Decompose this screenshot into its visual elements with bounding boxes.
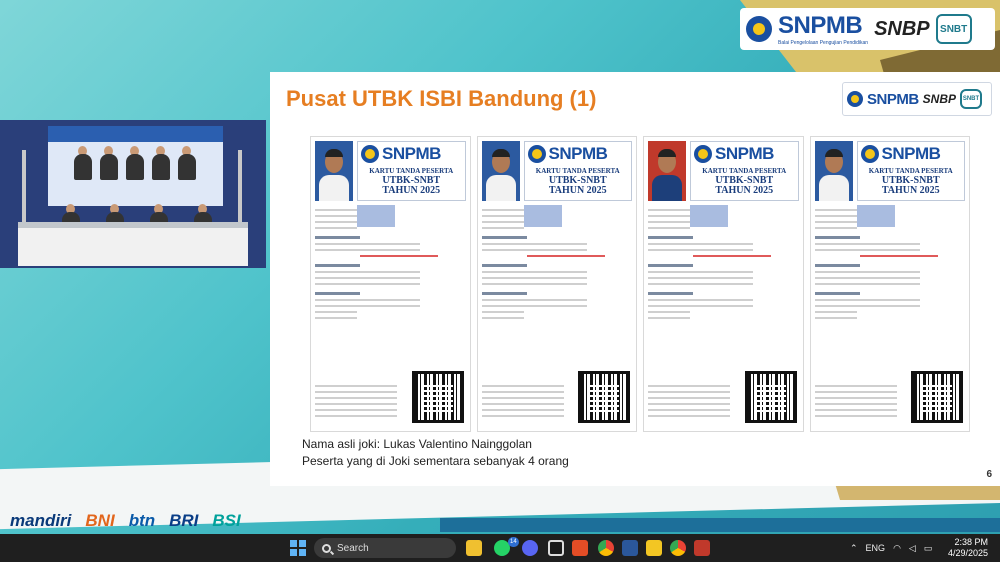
participant-cards-row: SNPMB KARTU TANDA PESERTA UTBK-SNBT TAHUN … [310, 136, 970, 432]
participant-card: SNPMB KARTU TANDA PESERTA UTBK-SNBT TAHUN … [809, 136, 970, 432]
clock-date: 4/29/2025 [947, 548, 988, 558]
card-header: SNPMB KARTU TANDA PESERTA UTBK-SNBT TAHUN … [357, 141, 466, 201]
card-header: SNPMB KARTU TANDA PESERTA UTBK-SNBT TAHUN … [523, 141, 632, 201]
language-indicator[interactable]: ENG [866, 543, 886, 553]
system-tray: ⌃ ENG ◠ ◁ ▭ [850, 534, 932, 562]
card-brand: SNPMB [881, 144, 941, 163]
kemendikbud-logo-icon [860, 145, 879, 163]
participant-card: SNPMB KARTU TANDA PESERTA UTBK-SNBT TAHUN … [643, 136, 804, 432]
sponsor-mandiri: mandiri [10, 511, 72, 530]
taskbar-search[interactable]: Search [314, 538, 456, 558]
windows-taskbar: Search 14 ⌃ ENG ◠ ◁ ▭ 2:38 PM 4/29/2025 [0, 534, 1000, 562]
card-header: SNPMB KARTU TANDA PESERTA UTBK-SNBT TAHUN … [690, 141, 799, 201]
start-button[interactable] [290, 540, 306, 556]
snpmb-logo-text: SNPMB [778, 12, 863, 39]
card-details [315, 205, 466, 323]
caption-line-1: Nama asli joki: Lukas Valentino Nainggol… [302, 437, 532, 451]
sponsor-bsi: BSI [212, 511, 241, 530]
discord-icon[interactable] [522, 540, 538, 556]
card-brand: SNPMB [548, 144, 608, 163]
file-explorer-icon[interactable] [466, 540, 482, 556]
search-icon [322, 543, 331, 553]
sponsor-bni: BNI [85, 511, 115, 530]
qr-code-icon [911, 371, 963, 423]
card-notes [315, 381, 398, 421]
caption-line-2: Peserta yang di Joki sementara sebanyak … [302, 454, 569, 468]
notification-badge: 14 [508, 537, 519, 547]
snipping-tool-icon[interactable] [694, 540, 710, 556]
snpmb-logo-text: SNPMB [867, 90, 919, 108]
presentation-slide: Pusat UTBK ISBI Bandung (1) SNPMB SNBP S… [270, 72, 1000, 486]
backdrop-screen [48, 126, 223, 206]
participant-photo [481, 141, 520, 201]
card-notes [481, 381, 564, 421]
participant-photo [648, 141, 686, 201]
card-notes [814, 381, 897, 421]
slide-caption: Nama asli joki: Lukas Valentino Nainggol… [302, 436, 569, 470]
flag-pole-left-icon [22, 150, 26, 230]
participant-photo [814, 141, 853, 201]
card-heading-3: TAHUN 2025 [382, 185, 441, 196]
card-header: SNPMB KARTU TANDA PESERTA UTBK-SNBT TAHUN … [856, 141, 965, 201]
battery-icon[interactable]: ▭ [924, 543, 933, 554]
video-feed-press-conference [0, 120, 266, 268]
sponsor-bri: BRI [169, 511, 199, 530]
card-brand: SNPMB [715, 144, 774, 163]
card-details [481, 205, 633, 323]
social-media-ticker [440, 518, 1000, 532]
kemendikbud-logo-icon [527, 145, 546, 163]
sticky-notes-icon[interactable] [646, 540, 662, 556]
clock-time: 2:38 PM [954, 537, 988, 547]
snbp-logo-text: SNBP [874, 17, 930, 40]
figma-icon[interactable] [572, 540, 588, 556]
snpmb-tagline: Balai Pengelolaan Pengujian Pendidikan [778, 40, 869, 46]
kemendikbud-logo-icon [746, 16, 772, 42]
app-icon[interactable] [548, 540, 564, 556]
qr-code-icon [744, 371, 797, 423]
snbp-logo-text: SNBP [922, 92, 957, 106]
snbt-logo: SNBT [935, 14, 972, 44]
header-logo-strip: SNPMB Balai Pengelolaan Pengujian Pendid… [740, 8, 995, 50]
card-heading-3: TAHUN 2025 [715, 185, 774, 196]
card-heading-3: TAHUN 2025 [881, 185, 940, 196]
chrome-profile-icon[interactable] [670, 540, 686, 556]
sponsor-logos: mandiri BNI btn BRI BSI [0, 508, 440, 534]
taskbar-search-label: Search [337, 542, 369, 554]
card-heading-3: TAHUN 2025 [548, 185, 607, 196]
kemendikbud-logo-icon [361, 145, 379, 163]
participant-card: SNPMB KARTU TANDA PESERTA UTBK-SNBT TAHUN … [476, 136, 637, 432]
card-details [814, 205, 966, 323]
kemendikbud-logo-icon [694, 145, 712, 163]
kemendikbud-logo-icon [847, 91, 863, 107]
word-icon[interactable] [622, 540, 638, 556]
card-details [648, 205, 799, 323]
participant-photo [315, 141, 353, 201]
taskbar-clock[interactable]: 2:38 PM 4/29/2025 [948, 537, 988, 559]
snbt-logo: SNBT [960, 89, 983, 109]
card-notes [648, 381, 731, 421]
slide-logo-strip: SNPMB SNBP SNBT [842, 82, 992, 116]
qr-code-icon [578, 371, 630, 423]
sponsor-btn: btn [128, 511, 156, 530]
card-brand: SNPMB [382, 144, 441, 163]
volume-icon[interactable]: ◁ [909, 543, 916, 554]
slide-title: Pusat UTBK ISBI Bandung (1) [286, 86, 597, 111]
qr-code-icon [411, 371, 464, 423]
conference-table [18, 228, 248, 266]
flag-pole-right-icon [238, 150, 242, 230]
chrome-icon[interactable] [598, 540, 614, 556]
participant-card: SNPMB KARTU TANDA PESERTA UTBK-SNBT TAHUN … [310, 136, 471, 432]
wifi-icon[interactable]: ◠ [893, 543, 901, 554]
slide-page-number: 6 [986, 469, 992, 480]
chevron-up-icon[interactable]: ⌃ [850, 543, 858, 554]
